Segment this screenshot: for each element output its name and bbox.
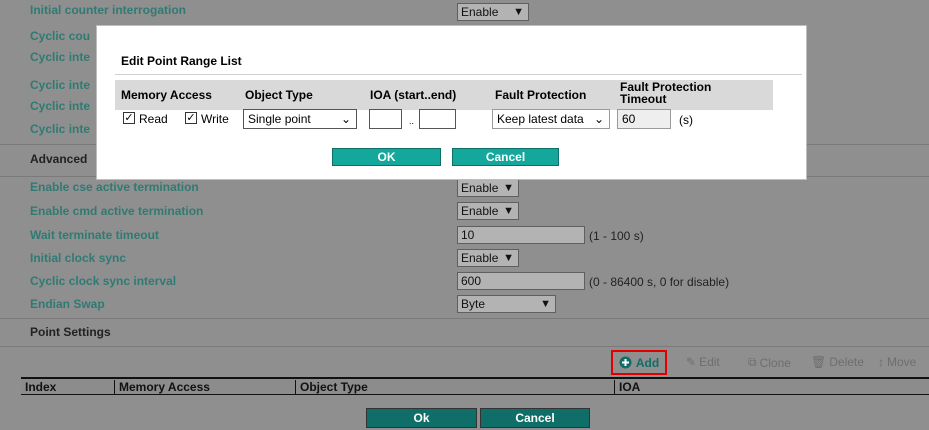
dialog-cancel-button[interactable]: Cancel [452, 148, 559, 166]
cyclic-label-1: Cyclic cou [30, 29, 91, 43]
column-header-index[interactable]: Index [21, 380, 56, 395]
header-object-type: Object Type [245, 88, 313, 102]
cyclic-label-4: Cyclic inte [30, 99, 91, 113]
cyclic-clock-hint: (0 - 86400 s, 0 for disable) [589, 275, 730, 289]
write-checkbox[interactable]: ✓ [185, 112, 197, 124]
add-button-label: Add [635, 355, 660, 370]
fault-timeout-unit: (s) [679, 113, 693, 127]
read-label: Read [139, 112, 168, 126]
move-vertical-icon: ↕ [878, 355, 884, 369]
cmd-select[interactable]: Enable ▼ [457, 202, 519, 220]
read-checkbox[interactable]: ✓ [123, 112, 135, 124]
trash-icon: 🗑 [811, 355, 827, 369]
chevron-down-icon: ▼ [503, 252, 514, 264]
edit-button[interactable]: ✎ Edit [686, 355, 720, 369]
cyclic-label-5: Cyclic inte [30, 122, 91, 136]
dialog-ok-button[interactable]: OK [332, 148, 441, 166]
edit-button-label: Edit [699, 355, 720, 369]
cyclic-clock-label: Cyclic clock sync interval [30, 274, 177, 288]
wait-timeout-hint: (1 - 100 s) [589, 229, 644, 243]
dialog-title: Edit Point Range List [121, 54, 242, 68]
point-table-header: Index Memory Access Object Type IOA [21, 377, 929, 395]
ioa-start-input[interactable] [369, 109, 402, 129]
add-button[interactable]: Add [611, 350, 667, 375]
chevron-down-icon: ⌄ [593, 112, 604, 126]
fault-protection-select[interactable]: Keep latest data ⌄ [492, 109, 610, 129]
chevron-down-icon: ▼ [503, 205, 514, 217]
delete-button[interactable]: 🗑 Delete [811, 355, 864, 369]
header-fault-timeout: Fault Protection Timeout [620, 80, 712, 106]
initial-counter-value: Enable [461, 5, 499, 19]
section-divider [0, 318, 929, 319]
wait-timeout-value: 10 [461, 228, 475, 242]
move-button-label: Move [887, 355, 917, 369]
cse-label: Enable cse active termination [30, 180, 199, 194]
header-fault-protection: Fault Protection [495, 88, 587, 102]
move-button[interactable]: ↕ Move [878, 355, 916, 369]
chevron-down-icon: ▼ [513, 6, 524, 18]
column-header-object-type[interactable]: Object Type [295, 380, 368, 395]
advanced-section-title: Advanced [30, 152, 88, 166]
header-ioa: IOA (start..end) [370, 88, 457, 102]
dialog-table-header: Memory Access Object Type IOA (start..en… [115, 80, 773, 110]
chevron-down-icon: ▼ [540, 298, 551, 310]
object-type-value: Single point [248, 112, 311, 126]
clock-sync-value: Enable [461, 251, 499, 265]
write-label: Write [201, 112, 229, 126]
delete-button-label: Delete [829, 355, 864, 369]
column-header-ioa[interactable]: IOA [614, 380, 640, 395]
wait-timeout-label: Wait terminate timeout [30, 228, 159, 242]
initial-counter-label: Initial counter interrogation [30, 3, 187, 17]
dialog-divider [115, 74, 802, 75]
fault-timeout-input[interactable]: 60 [617, 109, 671, 129]
edit-point-range-dialog: Edit Point Range List Memory Access Obje… [96, 25, 807, 180]
setting-row-initial-counter: Initial counter interrogation Enable ▼ [0, 0, 929, 22]
column-header-memory-access[interactable]: Memory Access [114, 380, 210, 395]
clock-sync-select[interactable]: Enable ▼ [457, 249, 519, 267]
point-settings-title: Point Settings [30, 325, 111, 339]
cyclic-label-2: Cyclic inte [30, 50, 91, 64]
cse-select[interactable]: Enable ▼ [457, 179, 519, 197]
clone-button-label: Clone [759, 355, 791, 370]
initial-counter-select[interactable]: Enable ▼ [457, 3, 529, 21]
cyclic-label-3: Cyclic inte [30, 78, 91, 92]
cyclic-clock-value: 600 [461, 274, 482, 288]
plus-circle-icon [619, 356, 632, 369]
clone-button[interactable]: ⧉ Clone [748, 355, 791, 370]
object-type-select[interactable]: Single point ⌄ [243, 109, 357, 129]
ok-button[interactable]: Ok [366, 408, 477, 428]
pencil-icon: ✎ [686, 355, 697, 369]
cancel-button[interactable]: Cancel [480, 408, 590, 428]
ioa-end-input[interactable] [419, 109, 456, 129]
chevron-down-icon: ⌄ [340, 112, 351, 126]
header-memory-access: Memory Access [121, 88, 212, 102]
cmd-label: Enable cmd active termination [30, 204, 204, 218]
section-divider [0, 346, 929, 347]
fault-protection-value: Keep latest data [497, 112, 584, 126]
clock-sync-label: Initial clock sync [30, 251, 127, 265]
chevron-down-icon: ▼ [503, 182, 514, 194]
endian-swap-label: Endian Swap [30, 297, 105, 311]
endian-swap-select[interactable]: Byte ▼ [457, 295, 556, 313]
cse-value: Enable [461, 181, 499, 195]
cmd-value: Enable [461, 204, 499, 218]
ioa-separator: .. [409, 116, 415, 126]
fault-timeout-value: 60 [622, 112, 636, 126]
copy-icon: ⧉ [748, 355, 757, 369]
endian-swap-value: Byte [461, 297, 486, 311]
cyclic-clock-input[interactable]: 600 [457, 272, 585, 290]
wait-timeout-input[interactable]: 10 [457, 226, 585, 244]
